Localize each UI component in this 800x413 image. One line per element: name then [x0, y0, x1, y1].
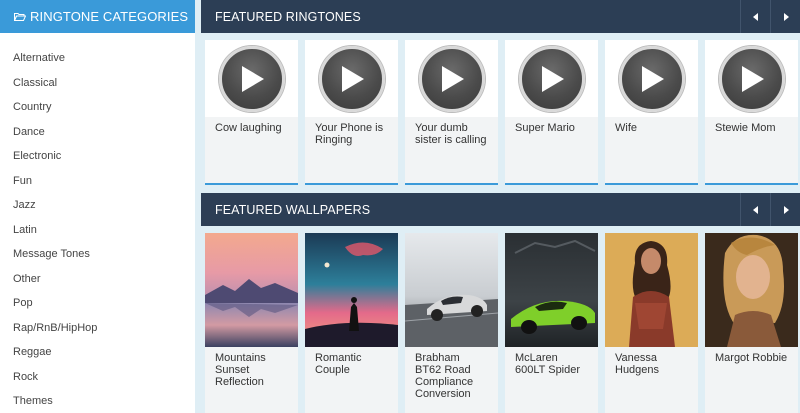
- ringtone-name[interactable]: Wife: [605, 117, 698, 134]
- play-button[interactable]: [418, 45, 485, 112]
- wallpaper-name[interactable]: Mountains Sunset Reflection: [205, 347, 298, 388]
- ringtones-prev-button[interactable]: [740, 0, 770, 33]
- wallpaper-card[interactable]: Vanessa Hudgens: [605, 233, 698, 413]
- play-icon: [541, 65, 564, 92]
- wallpaper-card[interactable]: Mountains Sunset Reflection: [205, 233, 298, 413]
- category-item[interactable]: Themes: [0, 389, 195, 413]
- ringtone-name[interactable]: Super Mario: [505, 117, 598, 134]
- ringtone-thumb: [505, 40, 598, 117]
- category-item[interactable]: Reggae: [0, 340, 195, 365]
- ringtone-thumb: [705, 40, 798, 117]
- ringtone-thumb: [305, 40, 398, 117]
- ringtone-name[interactable]: Cow laughing: [205, 117, 298, 134]
- category-item[interactable]: Electronic: [0, 144, 195, 169]
- wallpaper-thumbnail[interactable]: [405, 233, 498, 347]
- wallpaper-thumbnail[interactable]: [205, 233, 298, 347]
- play-icon: [341, 65, 364, 92]
- category-list: Alternative Classical Country Dance Elec…: [0, 46, 195, 413]
- main-content: FEATURED RINGTONES Cow laughing Your Pho…: [201, 0, 800, 413]
- wallpaper-card[interactable]: Romantic Couple: [305, 233, 398, 413]
- ringtone-card[interactable]: Your dumb sister is calling: [405, 40, 498, 185]
- play-button[interactable]: [218, 45, 285, 112]
- sidebar: RINGTONE CATEGORIES Alternative Classica…: [0, 0, 195, 413]
- play-button[interactable]: [618, 45, 685, 112]
- wallpaper-name[interactable]: Brabham BT62 Road Compliance Conversion: [405, 347, 498, 400]
- wallpaper-card[interactable]: Margot Robbie: [705, 233, 798, 413]
- ringtone-list: Cow laughing Your Phone is Ringing Your …: [201, 40, 800, 185]
- category-item[interactable]: Classical: [0, 71, 195, 96]
- ringtone-thumb: [205, 40, 298, 117]
- ringtones-next-button[interactable]: [770, 0, 800, 33]
- wallpapers-next-button[interactable]: [770, 193, 800, 226]
- category-item[interactable]: Country: [0, 95, 195, 120]
- wallpaper-name[interactable]: Margot Robbie: [705, 347, 798, 364]
- ringtone-card[interactable]: Wife: [605, 40, 698, 185]
- caret-left-icon: [752, 205, 758, 214]
- wallpaper-card[interactable]: Brabham BT62 Road Compliance Conversion: [405, 233, 498, 413]
- sidebar-header: RINGTONE CATEGORIES: [0, 0, 195, 33]
- wallpaper-card[interactable]: McLaren 600LT Spider: [505, 233, 598, 413]
- play-button[interactable]: [718, 45, 785, 112]
- category-item[interactable]: Alternative: [0, 46, 195, 71]
- play-icon: [241, 65, 264, 92]
- wallpaper-thumbnail[interactable]: [505, 233, 598, 347]
- caret-left-icon: [752, 12, 758, 21]
- play-button[interactable]: [518, 45, 585, 112]
- sidebar-header-title: RINGTONE CATEGORIES: [30, 9, 189, 24]
- category-item[interactable]: Pop: [0, 291, 195, 316]
- wallpaper-thumbnail[interactable]: [305, 233, 398, 347]
- ringtone-card[interactable]: Stewie Mom: [705, 40, 798, 185]
- play-icon: [641, 65, 664, 92]
- section-title: FEATURED WALLPAPERS: [215, 202, 371, 217]
- wallpapers-prev-button[interactable]: [740, 193, 770, 226]
- featured-ringtones-header: FEATURED RINGTONES: [201, 0, 800, 33]
- wallpaper-thumbnail[interactable]: [705, 233, 798, 347]
- ringtone-name[interactable]: Your Phone is Ringing: [305, 117, 398, 146]
- ringtone-thumb: [405, 40, 498, 117]
- category-item[interactable]: Latin: [0, 218, 195, 243]
- ringtone-card[interactable]: Super Mario: [505, 40, 598, 185]
- category-item[interactable]: Rock: [0, 365, 195, 390]
- wallpaper-name[interactable]: Vanessa Hudgens: [605, 347, 698, 376]
- play-button[interactable]: [318, 45, 385, 112]
- ringtone-thumb: [605, 40, 698, 117]
- wallpaper-thumbnail[interactable]: [605, 233, 698, 347]
- ringtone-name[interactable]: Your dumb sister is calling: [405, 117, 498, 146]
- ringtone-card[interactable]: Your Phone is Ringing: [305, 40, 398, 185]
- play-icon: [441, 65, 464, 92]
- caret-right-icon: [783, 205, 789, 214]
- category-item[interactable]: Rap/RnB/HipHop: [0, 316, 195, 341]
- category-item[interactable]: Dance: [0, 120, 195, 145]
- featured-wallpapers-header: FEATURED WALLPAPERS: [201, 193, 800, 226]
- category-item[interactable]: Jazz: [0, 193, 195, 218]
- wallpaper-list: Mountains Sunset Reflection Romantic Cou…: [201, 233, 800, 413]
- ringtone-card[interactable]: Cow laughing: [205, 40, 298, 185]
- wallpaper-name[interactable]: McLaren 600LT Spider: [505, 347, 598, 376]
- caret-right-icon: [783, 12, 789, 21]
- category-item[interactable]: Message Tones: [0, 242, 195, 267]
- ringtone-name[interactable]: Stewie Mom: [705, 117, 798, 134]
- folder-open-icon: [14, 12, 26, 21]
- section-title: FEATURED RINGTONES: [215, 9, 361, 24]
- category-item[interactable]: Other: [0, 267, 195, 292]
- play-icon: [741, 65, 764, 92]
- category-item[interactable]: Fun: [0, 169, 195, 194]
- wallpaper-name[interactable]: Romantic Couple: [305, 347, 398, 376]
